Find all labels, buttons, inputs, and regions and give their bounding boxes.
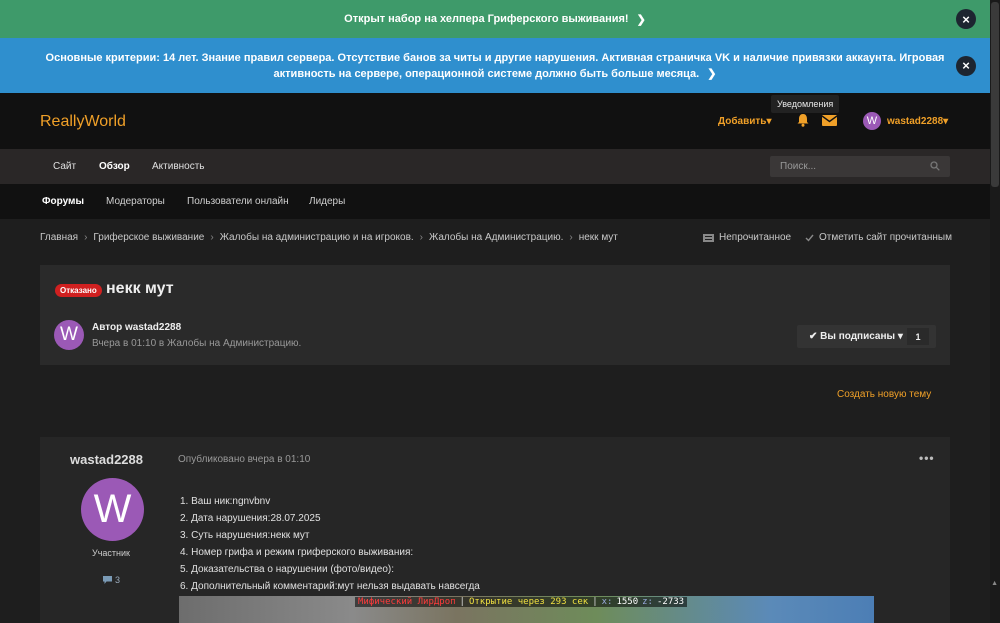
search-icon[interactable] bbox=[930, 161, 940, 171]
check-icon bbox=[805, 234, 814, 242]
subnav-moderators[interactable]: Модераторы bbox=[106, 196, 165, 207]
topic-author[interactable]: Автор wastad2288 bbox=[92, 322, 181, 333]
subnav-online-users[interactable]: Пользователи онлайн bbox=[187, 196, 289, 207]
hud-z: -2733 bbox=[656, 597, 685, 607]
chevron-right-icon: › bbox=[419, 232, 424, 243]
close-icon[interactable]: × bbox=[956, 55, 976, 76]
page-scrollbar[interactable]: ▲ bbox=[990, 0, 1000, 623]
add-dropdown-button[interactable]: Добавить▾ bbox=[718, 116, 771, 127]
post-count[interactable]: 3 bbox=[103, 575, 120, 585]
banner-helper-text: Открыт набор на хелпера Гриферского выжи… bbox=[344, 13, 629, 25]
nav-tab-activity[interactable]: Активность bbox=[152, 161, 205, 172]
unread-link[interactable]: Непрочитанное bbox=[703, 232, 791, 243]
search-input[interactable]: Поиск... bbox=[770, 156, 950, 177]
envelope-icon[interactable] bbox=[822, 115, 837, 126]
search-placeholder: Поиск... bbox=[780, 161, 817, 172]
chevron-right-icon: ❯ bbox=[707, 67, 717, 80]
site-logo[interactable]: ReallyWorld bbox=[40, 113, 126, 131]
chevron-right-icon: › bbox=[210, 232, 214, 243]
breadcrumb-item[interactable]: Жалобы на администрацию и на игроков. bbox=[220, 232, 414, 243]
secondary-nav: Форумы Модераторы Пользователи онлайн Ли… bbox=[0, 184, 990, 219]
breadcrumb-item[interactable]: Главная bbox=[40, 232, 78, 243]
post-author[interactable]: wastad2288 bbox=[70, 452, 143, 467]
bell-icon[interactable] bbox=[796, 113, 810, 127]
user-role: Участник bbox=[92, 548, 130, 558]
nav-tab-overview[interactable]: Обзор bbox=[99, 161, 130, 172]
subnav-leaders[interactable]: Лидеры bbox=[309, 196, 345, 207]
announcement-banner-criteria[interactable]: Основные критерии: 14 лет. Знание правил… bbox=[0, 38, 990, 93]
page-title: некк мут bbox=[106, 280, 174, 297]
primary-nav: Сайт Обзор Активность Поиск... bbox=[0, 149, 990, 184]
post-timestamp[interactable]: Опубликовано вчера в 01:10 bbox=[178, 454, 310, 465]
chevron-right-icon: › bbox=[84, 232, 88, 243]
status-badge: Отказано bbox=[55, 284, 102, 297]
screenshot-image[interactable]: Мифический ЛирДроп | Открытие через 293 … bbox=[179, 596, 874, 623]
topic-meta: Вчера в 01:10 в Жалобы на Администрацию. bbox=[92, 338, 302, 349]
breadcrumb: Главная › Гриферское выживание › Жалобы … bbox=[40, 232, 618, 243]
post-content: 1. Ваш ник:ngnvbnv 2. Дата нарушения:28.… bbox=[180, 493, 480, 595]
list-item: 6. Дополнительный комментарий:мут нельзя… bbox=[180, 581, 480, 592]
scrollbar-thumb[interactable] bbox=[991, 2, 999, 187]
avatar[interactable]: W bbox=[54, 320, 84, 350]
nav-tab-site[interactable]: Сайт bbox=[53, 161, 76, 172]
hud-timer: Открытие через 293 сек bbox=[468, 597, 589, 607]
create-topic-button[interactable]: Создать новую тему bbox=[837, 389, 931, 400]
close-icon[interactable]: × bbox=[956, 9, 976, 29]
breadcrumb-item[interactable]: Жалобы на Администрацию. bbox=[429, 232, 563, 243]
breadcrumb-current: некк мут bbox=[578, 232, 618, 243]
hud-x: 1550 bbox=[616, 597, 639, 607]
breadcrumb-item[interactable]: Гриферское выживание bbox=[93, 232, 204, 243]
user-menu[interactable]: W wastad2288▾ bbox=[863, 112, 948, 130]
announcement-banner-helper[interactable]: Открыт набор на хелпера Гриферского выжи… bbox=[0, 0, 990, 38]
chevron-right-icon: › bbox=[569, 232, 573, 243]
comment-icon bbox=[103, 576, 112, 584]
forum-post: wastad2288 Опубликовано вчера в 01:10 ••… bbox=[40, 437, 950, 623]
mark-read-link[interactable]: Отметить сайт прочитанным bbox=[805, 232, 952, 243]
list-item: 4. Номер грифа и режим гриферского выжив… bbox=[180, 547, 414, 558]
follow-label: ✔ Вы подписаны ▾ bbox=[809, 331, 903, 342]
avatar[interactable]: W bbox=[81, 478, 144, 541]
topic-header: Отказано некк мут W Автор wastad2288 Вче… bbox=[40, 265, 950, 365]
subnav-forums[interactable]: Форумы bbox=[42, 196, 84, 207]
scroll-up-icon[interactable]: ▲ bbox=[991, 580, 998, 587]
notifications-tooltip: Уведомления bbox=[771, 95, 840, 113]
avatar: W bbox=[863, 112, 881, 130]
hud-event: Мифический ЛирДроп bbox=[358, 597, 456, 607]
game-hud: Мифический ЛирДроп | Открытие через 293 … bbox=[355, 597, 688, 607]
list-item: 2. Дата нарушения:28.07.2025 bbox=[180, 513, 321, 524]
list-item: 3. Суть нарушения:некк мут bbox=[180, 530, 310, 541]
list-icon bbox=[703, 233, 714, 242]
site-header: ReallyWorld Добавить▾ W wastad2288▾ bbox=[0, 93, 990, 149]
chevron-right-icon: ❯ bbox=[636, 13, 646, 26]
list-item: 5. Доказательства о нарушении (фото/виде… bbox=[180, 564, 394, 575]
banner-criteria-text: Основные критерии: 14 лет. Знание правил… bbox=[45, 51, 945, 80]
more-options-icon[interactable]: ••• bbox=[919, 451, 935, 465]
follower-count: 1 bbox=[907, 328, 929, 345]
username-label: wastad2288▾ bbox=[887, 115, 949, 127]
list-item: 1. Ваш ник:ngnvbnv bbox=[180, 496, 271, 507]
follow-button[interactable]: ✔ Вы подписаны ▾ 1 bbox=[797, 325, 936, 348]
